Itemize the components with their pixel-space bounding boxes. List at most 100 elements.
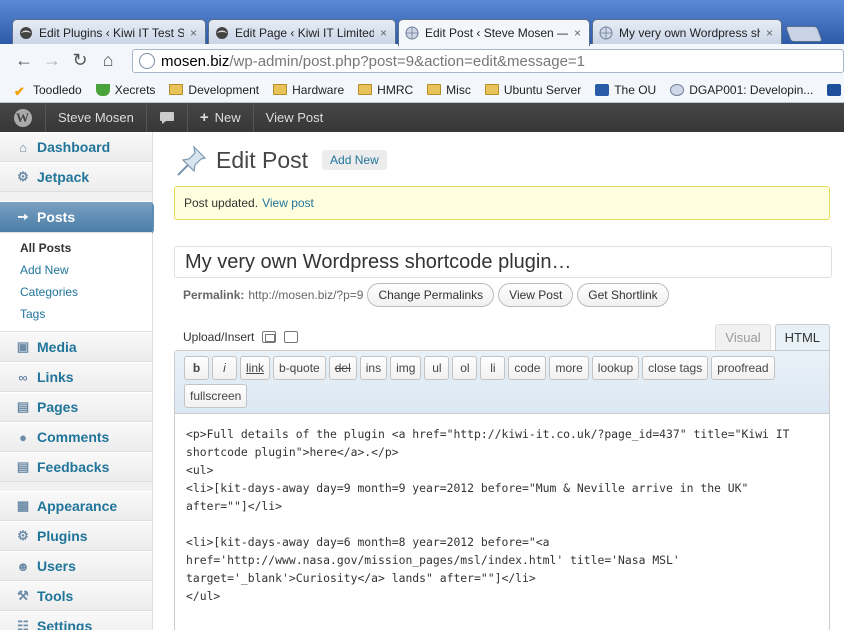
- qt-fullscreen-button[interactable]: fullscreen: [184, 384, 248, 408]
- qt-link-button[interactable]: link: [240, 356, 271, 380]
- tab-close-icon[interactable]: ×: [574, 26, 581, 40]
- sidebar-item-settings[interactable]: ☷ Settings: [0, 611, 152, 630]
- add-media-icon[interactable]: [262, 331, 277, 343]
- submenu-tags[interactable]: Tags: [0, 303, 152, 325]
- sidebar-item-users[interactable]: ☻ Users: [0, 551, 152, 581]
- submenu-all-posts[interactable]: All Posts: [0, 237, 152, 259]
- change-permalinks-button[interactable]: Change Permalinks: [367, 283, 495, 307]
- browser-tab-bar: Edit Plugins ‹ Kiwi IT Test S × Edit Pag…: [0, 0, 844, 46]
- tab-close-icon[interactable]: ×: [766, 26, 773, 40]
- browser-tab-active[interactable]: Edit Post ‹ Steve Mosen — ×: [398, 19, 590, 46]
- globe-favicon-icon: [405, 26, 419, 40]
- feedback-icon: ▤: [16, 459, 30, 474]
- media-icon: ▣: [16, 339, 30, 354]
- submenu-categories[interactable]: Categories: [0, 281, 152, 303]
- globe-icon: [139, 53, 155, 69]
- sidebar-item-label: Links: [37, 369, 74, 385]
- browser-tab[interactable]: Edit Plugins ‹ Kiwi IT Test S ×: [12, 19, 206, 45]
- bookmark-hmrc[interactable]: HMRC: [358, 83, 413, 97]
- qt-italic-button[interactable]: i: [212, 356, 237, 380]
- wordpress-favicon-icon: [19, 26, 33, 40]
- sidebar-item-dashboard[interactable]: ⌂ Dashboard: [0, 132, 152, 162]
- add-gallery-icon[interactable]: [284, 331, 299, 343]
- bookmark-label: HMRC: [377, 82, 414, 97]
- bookmark-dgap001[interactable]: DGAP001: Developin...: [670, 83, 813, 97]
- view-post-link[interactable]: View Post: [254, 103, 336, 132]
- sidebar-item-comments[interactable]: ● Comments: [0, 422, 152, 452]
- forward-arrow-icon[interactable]: →: [38, 47, 66, 75]
- url-path: /wp-admin/post.php?post=9&action=edit&me…: [229, 52, 586, 70]
- bookmark-label: Toodledo: [33, 82, 82, 97]
- address-bar[interactable]: mosen.biz/wp-admin/post.php?post=9&actio…: [132, 49, 844, 73]
- bookmark-the-ou[interactable]: The OU: [595, 83, 656, 97]
- bookmark-toodledo[interactable]: ✔ Toodledo: [14, 82, 82, 99]
- tab-visual[interactable]: Visual: [715, 324, 771, 350]
- view-post-button[interactable]: View Post: [498, 283, 574, 307]
- bookmark-misc[interactable]: Misc: [427, 83, 471, 97]
- sidebar-item-plugins[interactable]: ⚙ Plugins: [0, 521, 152, 551]
- content-line: <li>[kit-days-away day=9 month=9 year=20…: [186, 481, 749, 495]
- sidebar-item-media[interactable]: ▣ Media: [0, 332, 152, 362]
- qt-bold-button[interactable]: b: [184, 356, 209, 380]
- new-content-menu[interactable]: + New: [188, 103, 254, 132]
- sidebar-item-pages[interactable]: ▤ Pages: [0, 392, 152, 422]
- new-tab-button[interactable]: [785, 26, 823, 42]
- check-icon: ✔: [14, 83, 25, 99]
- browser-tab[interactable]: Edit Page ‹ Kiwi IT Limited ×: [208, 19, 396, 45]
- qt-code-button[interactable]: code: [508, 356, 547, 380]
- folder-icon: [169, 84, 184, 95]
- bookmark-xecrets[interactable]: Xecrets: [95, 83, 155, 97]
- home-icon[interactable]: ⌂: [94, 47, 122, 75]
- folder-icon: [273, 84, 288, 95]
- sidebar-item-appearance[interactable]: ▦ Appearance: [0, 491, 152, 521]
- bookmark-development[interactable]: Development: [169, 83, 259, 97]
- qt-del-button[interactable]: del: [328, 356, 357, 380]
- folder-icon: [427, 84, 442, 95]
- view-post-notice-link[interactable]: View post: [262, 196, 314, 210]
- content-textarea[interactable]: <p>Full details of the plugin <a href="h…: [175, 414, 829, 605]
- qt-more-button[interactable]: more: [549, 356, 589, 380]
- qt-proofread-button[interactable]: proofread: [711, 356, 775, 380]
- menu-group: ➙ Posts All Posts Add New Categories Tags…: [0, 201, 161, 482]
- browser-tab[interactable]: My very own Wordpress sh ×: [592, 19, 782, 45]
- content-line: <p>Full details of the plugin <a href="h…: [186, 427, 790, 441]
- qt-ul-button[interactable]: ul: [424, 356, 450, 380]
- url-host: mosen.biz: [161, 52, 230, 70]
- tab-title: My very own Wordpress sh: [619, 25, 760, 40]
- wp-logo-menu[interactable]: W: [0, 103, 46, 132]
- get-shortlink-button[interactable]: Get Shortlink: [577, 283, 669, 307]
- add-new-button[interactable]: Add New: [322, 150, 387, 170]
- site-name-link[interactable]: Steve Mosen: [46, 103, 147, 132]
- qt-img-button[interactable]: img: [390, 356, 422, 380]
- qt-ol-button[interactable]: ol: [452, 356, 478, 380]
- qt-close-tags-button[interactable]: close tags: [642, 356, 709, 380]
- bookmark-n[interactable]: N: [827, 83, 844, 97]
- tab-close-icon[interactable]: ×: [190, 26, 197, 40]
- submenu-add-new[interactable]: Add New: [0, 259, 152, 281]
- bookmark-ubuntu-server[interactable]: Ubuntu Server: [484, 83, 581, 97]
- sidebar-item-jetpack[interactable]: ⚙ Jetpack: [0, 162, 152, 192]
- sidebar-item-links[interactable]: ∞ Links: [0, 362, 152, 392]
- sidebar-item-feedbacks[interactable]: ▤ Feedbacks: [0, 452, 152, 482]
- main-content: Edit Post Add New Post updated. View pos…: [154, 132, 844, 630]
- browser-toolbar: ← → ↻ ⌂ mosen.biz/wp-admin/post.php?post…: [0, 44, 844, 77]
- back-arrow-icon[interactable]: ←: [10, 47, 38, 75]
- sidebar-item-posts[interactable]: ➙ Posts: [0, 201, 161, 234]
- wp-admin-bar: W Steve Mosen + New View Post: [0, 103, 844, 132]
- comments-menu[interactable]: [147, 103, 188, 132]
- qt-ins-button[interactable]: ins: [359, 356, 388, 380]
- folder-icon: [358, 84, 373, 95]
- qt-lookup-button[interactable]: lookup: [591, 356, 640, 380]
- content-line: ​: [186, 515, 817, 533]
- post-title-input[interactable]: My very own Wordpress shortcode plugin…: [174, 246, 832, 278]
- comment-icon: ●: [19, 429, 27, 445]
- tab-close-icon[interactable]: ×: [380, 26, 387, 40]
- sidebar-item-tools[interactable]: ⚒ Tools: [0, 581, 152, 611]
- bookmark-hardware[interactable]: Hardware: [273, 83, 344, 97]
- sidebar-item-label: Pages: [37, 399, 79, 415]
- tab-html[interactable]: HTML: [774, 324, 830, 350]
- qt-li-button[interactable]: li: [480, 356, 506, 380]
- reload-icon[interactable]: ↻: [66, 47, 94, 75]
- qt-blockquote-button[interactable]: b-quote: [273, 356, 326, 380]
- menu-group: ⌂ Dashboard ⚙ Jetpack: [0, 132, 152, 192]
